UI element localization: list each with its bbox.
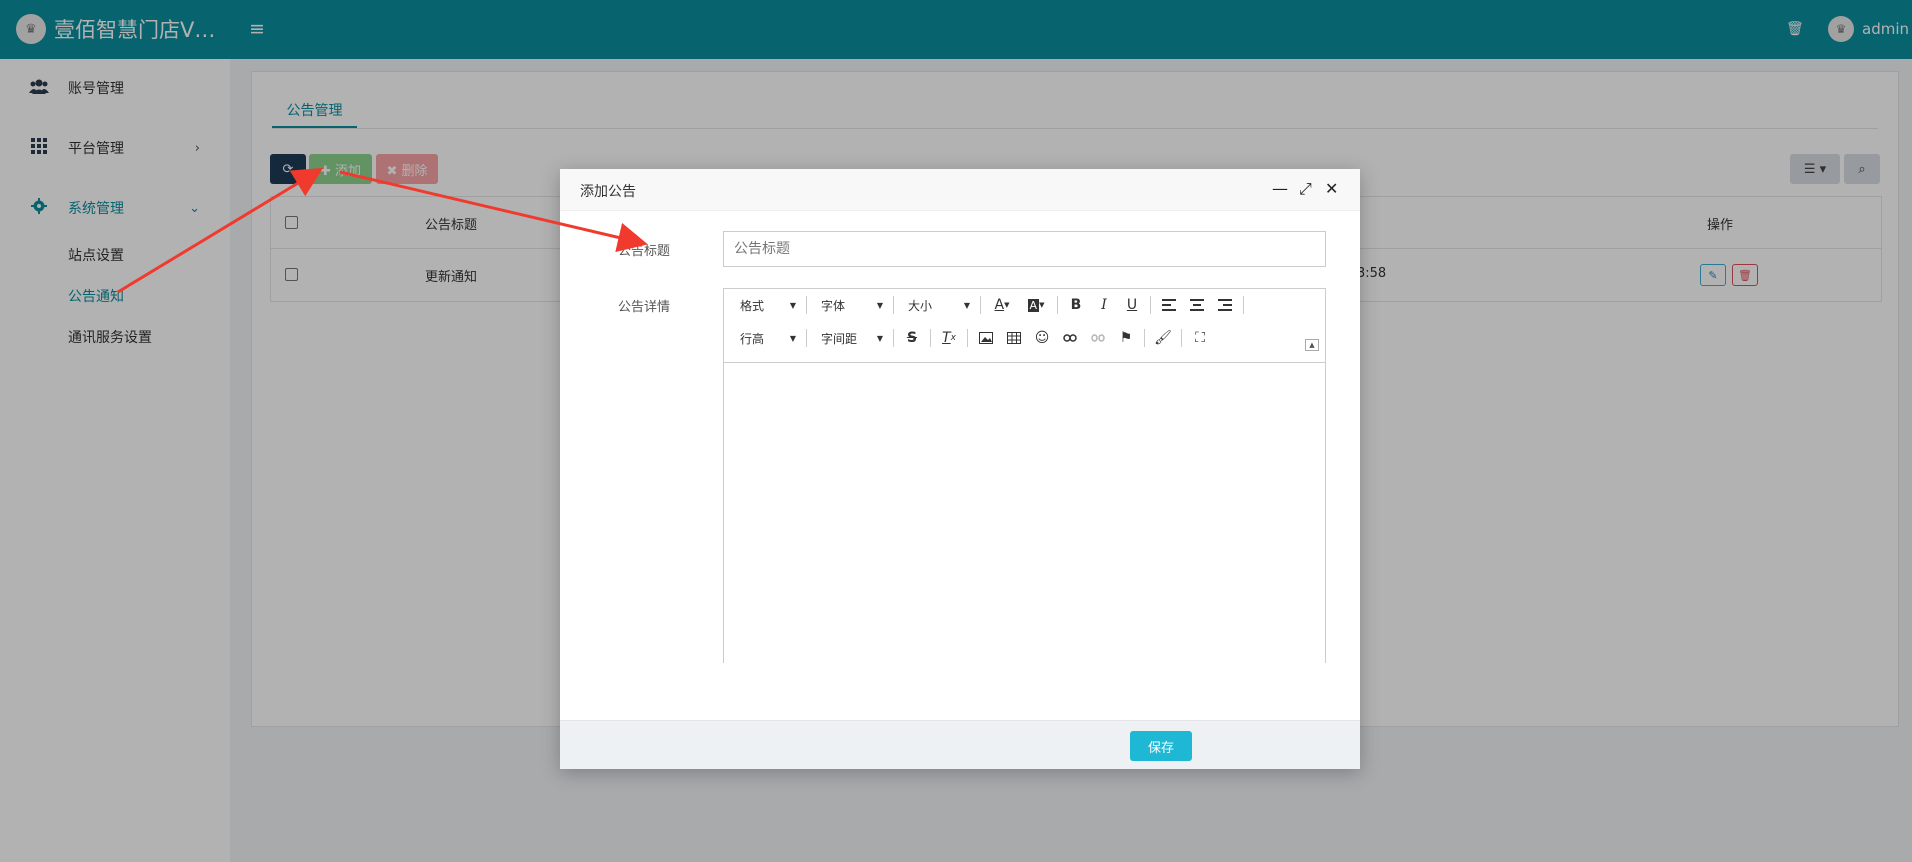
align-right-icon[interactable] bbox=[1211, 293, 1239, 317]
title-label: 公告标题 bbox=[617, 244, 670, 259]
format-painter-icon[interactable]: 🖌 bbox=[1149, 326, 1177, 350]
toolbar-separator bbox=[893, 329, 894, 347]
caret-down-icon: ▼ bbox=[963, 300, 970, 310]
title-input[interactable] bbox=[723, 231, 1326, 267]
font-size-dropdown[interactable]: 大小 ▼ bbox=[898, 293, 976, 317]
highlight-color-icon[interactable]: A ▼ bbox=[1019, 293, 1053, 317]
fullscreen-icon[interactable]: ⛶ bbox=[1186, 326, 1214, 350]
toolbar-separator bbox=[1181, 329, 1182, 347]
underline-icon[interactable]: U bbox=[1118, 293, 1146, 317]
toolbar-separator bbox=[893, 296, 894, 314]
toolbar-separator bbox=[1144, 329, 1145, 347]
strikethrough-icon[interactable]: S bbox=[898, 326, 926, 350]
editor-toolbar: 格式 ▼ 字体 ▼ 大小 ▼ A ▼ A ▼ B I U 行高 ▼ 字间距 ▼ … bbox=[724, 289, 1325, 363]
bold-icon[interactable]: B bbox=[1062, 293, 1090, 317]
toolbar-separator bbox=[1150, 296, 1151, 314]
rich-text-editor: 格式 ▼ 字体 ▼ 大小 ▼ A ▼ A ▼ B I U 行高 ▼ 字间距 ▼ … bbox=[723, 288, 1326, 663]
caret-down-icon: ▼ bbox=[876, 333, 883, 343]
table-icon[interactable] bbox=[1000, 326, 1028, 350]
toolbar-separator bbox=[967, 329, 968, 347]
format-dropdown-label: 格式 bbox=[740, 298, 765, 313]
add-announcement-dialog: 添加公告 — ⤢ ✕ 公告标题 公告详情 格式 ▼ 字体 ▼ 大小 ▼ A▼ bbox=[560, 169, 1360, 769]
save-button[interactable]: 保存 bbox=[1130, 731, 1192, 761]
letter-spacing-dropdown-label: 字间距 bbox=[821, 331, 858, 346]
caret-down-icon: ▼ bbox=[789, 333, 796, 343]
font-family-dropdown-label: 字体 bbox=[821, 298, 846, 313]
caret-down-icon: ▼ bbox=[876, 300, 883, 310]
toolbar-separator bbox=[1243, 296, 1244, 314]
image-icon[interactable] bbox=[972, 326, 1000, 350]
toolbar-collapse-icon[interactable]: ▲ bbox=[1305, 339, 1319, 351]
format-dropdown[interactable]: 格式 ▼ bbox=[730, 293, 802, 317]
unlink-icon bbox=[1084, 326, 1112, 350]
font-color-icon[interactable]: A ▼ bbox=[985, 293, 1019, 317]
font-size-dropdown-label: 大小 bbox=[908, 298, 933, 313]
link-icon[interactable] bbox=[1056, 326, 1084, 350]
editor-content-area[interactable] bbox=[724, 364, 1325, 664]
minimize-icon[interactable]: — bbox=[1272, 179, 1288, 199]
toolbar-separator bbox=[806, 329, 807, 347]
caret-down-icon: ▼ bbox=[789, 300, 796, 310]
dialog-footer: 保存 bbox=[560, 720, 1360, 769]
line-height-dropdown-label: 行高 bbox=[740, 331, 765, 346]
dialog-header: 添加公告 — ⤢ ✕ bbox=[560, 169, 1360, 211]
toolbar-separator bbox=[980, 296, 981, 314]
letter-spacing-dropdown[interactable]: 字间距 ▼ bbox=[811, 326, 889, 350]
italic-icon[interactable]: I bbox=[1090, 293, 1118, 317]
emoji-icon[interactable]: ☺ bbox=[1028, 326, 1056, 350]
toolbar-separator bbox=[806, 296, 807, 314]
toolbar-separator bbox=[1057, 296, 1058, 314]
align-left-icon[interactable] bbox=[1155, 293, 1183, 317]
line-height-dropdown[interactable]: 行高 ▼ bbox=[730, 326, 802, 350]
anchor-flag-icon[interactable]: ⚑ bbox=[1112, 326, 1140, 350]
detail-label: 公告详情 bbox=[617, 300, 670, 315]
maximize-icon[interactable]: ⤢ bbox=[1299, 179, 1312, 199]
dialog-title: 添加公告 bbox=[580, 184, 636, 200]
align-center-icon[interactable] bbox=[1183, 293, 1211, 317]
font-family-dropdown[interactable]: 字体 ▼ bbox=[811, 293, 889, 317]
clear-format-icon[interactable]: Tx bbox=[935, 326, 963, 350]
toolbar-separator bbox=[930, 329, 931, 347]
close-icon[interactable]: ✕ bbox=[1325, 179, 1338, 199]
